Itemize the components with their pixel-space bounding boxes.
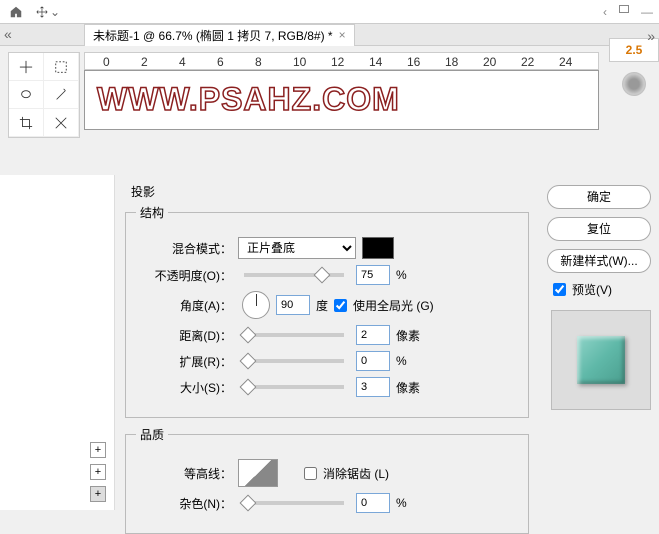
- document-tab-title: 未标题-1 @ 66.7% (椭圆 1 拷贝 7, RGB/8#) *: [93, 27, 333, 44]
- arrow-left-icon[interactable]: ‹: [603, 5, 607, 19]
- collapse-right-icon[interactable]: »: [647, 28, 655, 44]
- ruler-horizontal: 0 2 4 6 8 10 12 14 16 18 20 22 24: [84, 52, 599, 70]
- right-panel-strip: » 2.5: [609, 30, 659, 106]
- move-tool[interactable]: [9, 53, 44, 81]
- crop-tool[interactable]: [9, 109, 44, 137]
- spread-unit: %: [396, 354, 407, 368]
- angle-unit: 度: [316, 297, 328, 314]
- distance-slider[interactable]: [244, 333, 344, 337]
- document-tab[interactable]: 未标题-1 @ 66.7% (椭圆 1 拷贝 7, RGB/8#) * ×: [84, 24, 355, 46]
- preview-label: 预览(V): [572, 281, 612, 298]
- add-style-button-1[interactable]: +: [90, 442, 106, 458]
- style-list-column: + + +: [0, 175, 115, 510]
- size-unit: 像素: [396, 379, 420, 396]
- size-input[interactable]: [356, 377, 390, 397]
- dialog-buttons-column: 确定 复位 新建样式(W)... 预览(V): [539, 175, 659, 510]
- distance-label: 距离(D)：: [136, 327, 232, 344]
- quality-fieldset: 品质 等高线： 消除锯齿 (L) 杂色(N)： %: [125, 426, 529, 534]
- opacity-slider[interactable]: [244, 273, 344, 277]
- layer-style-dialog: + + + 投影 结构 混合模式： 正片叠底 不透明度(O)： % 角度(A)：: [0, 175, 659, 510]
- noise-slider[interactable]: [244, 501, 344, 505]
- new-style-button[interactable]: 新建样式(W)...: [547, 249, 651, 273]
- contour-picker[interactable]: [238, 459, 278, 487]
- close-tab-icon[interactable]: ×: [339, 28, 346, 42]
- add-style-button-3[interactable]: +: [90, 486, 106, 502]
- window-box-icon[interactable]: [619, 5, 629, 13]
- angle-label: 角度(A)：: [136, 297, 232, 314]
- antialias-checkbox[interactable]: [304, 467, 317, 480]
- blend-mode-select[interactable]: 正片叠底: [238, 237, 356, 259]
- contour-label: 等高线：: [136, 465, 232, 482]
- antialias-label: 消除锯齿 (L): [323, 465, 389, 482]
- canvas-text: WWW.PSAHZ.COM: [97, 81, 586, 118]
- distance-unit: 像素: [396, 327, 420, 344]
- tool-panel: [8, 52, 80, 138]
- top-toolbar: ⌄ ‹ —: [0, 0, 659, 24]
- spread-slider[interactable]: [244, 359, 344, 363]
- wand-tool[interactable]: [44, 81, 79, 109]
- opacity-label: 不透明度(O)：: [136, 267, 232, 284]
- home-icon[interactable]: [4, 2, 28, 22]
- noise-label: 杂色(N)：: [136, 495, 232, 512]
- shadow-color-swatch[interactable]: [362, 237, 394, 259]
- collapse-left-icon[interactable]: «: [4, 26, 12, 42]
- quality-legend: 品质: [136, 426, 168, 443]
- lasso-tool[interactable]: [9, 81, 44, 109]
- move-tool-icon[interactable]: ⌄: [36, 2, 60, 22]
- angle-dial[interactable]: [242, 291, 270, 319]
- preview-box: [551, 310, 651, 410]
- global-light-checkbox[interactable]: [334, 299, 347, 312]
- size-slider[interactable]: [244, 385, 344, 389]
- preview-swatch: [577, 336, 625, 384]
- add-style-button-2[interactable]: +: [90, 464, 106, 480]
- navigator-icon[interactable]: [622, 72, 646, 96]
- spread-label: 扩展(R)：: [136, 353, 232, 370]
- structure-legend: 结构: [136, 204, 168, 221]
- marquee-tool[interactable]: [44, 53, 79, 81]
- preview-checkbox[interactable]: [553, 283, 566, 296]
- spread-input[interactable]: [356, 351, 390, 371]
- settings-column: 投影 结构 混合模式： 正片叠底 不透明度(O)： % 角度(A)： 度 使用全…: [115, 175, 539, 510]
- document-tab-bar: 未标题-1 @ 66.7% (椭圆 1 拷贝 7, RGB/8#) * ×: [0, 24, 659, 46]
- canvas-area: 0 2 4 6 8 10 12 14 16 18 20 22 24 WWW.PS…: [84, 52, 599, 130]
- noise-input[interactable]: [356, 493, 390, 513]
- noise-unit: %: [396, 496, 407, 510]
- size-label: 大小(S)：: [136, 379, 232, 396]
- section-title-shadow: 投影: [131, 183, 529, 200]
- global-light-label: 使用全局光 (G): [353, 297, 434, 314]
- reset-button[interactable]: 复位: [547, 217, 651, 241]
- blend-mode-label: 混合模式：: [136, 240, 232, 257]
- distance-input[interactable]: [356, 325, 390, 345]
- minimize-icon[interactable]: —: [641, 5, 653, 19]
- ok-button[interactable]: 确定: [547, 185, 651, 209]
- canvas[interactable]: WWW.PSAHZ.COM: [84, 70, 599, 130]
- slice-tool[interactable]: [44, 109, 79, 137]
- opacity-input[interactable]: [356, 265, 390, 285]
- angle-input[interactable]: [276, 295, 310, 315]
- structure-fieldset: 结构 混合模式： 正片叠底 不透明度(O)： % 角度(A)： 度 使用全局光 …: [125, 204, 529, 418]
- opacity-unit: %: [396, 268, 407, 282]
